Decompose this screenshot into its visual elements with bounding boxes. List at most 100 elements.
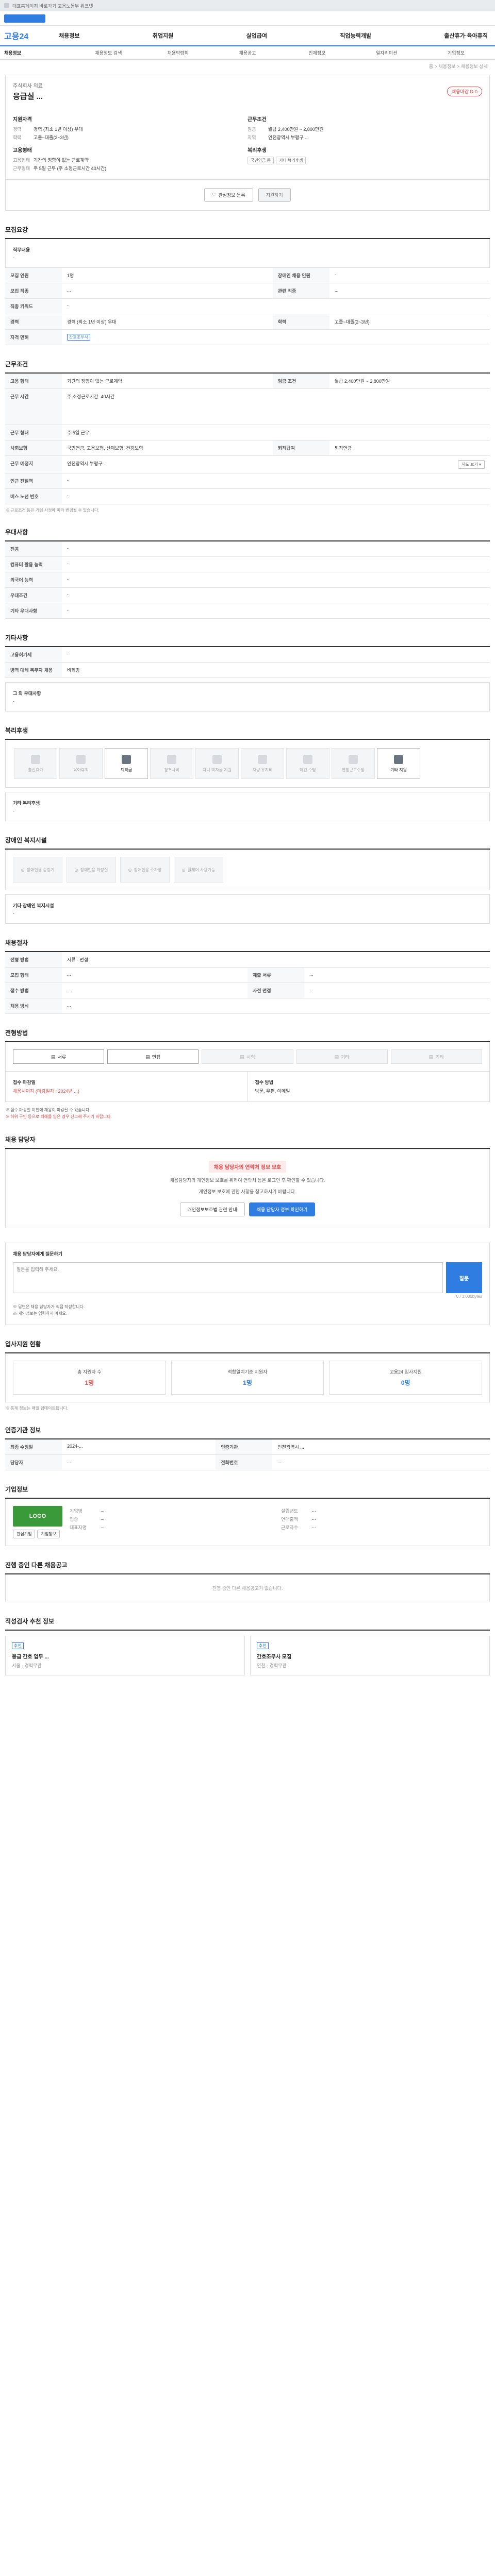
subnav-item[interactable]: 채용공고 bbox=[213, 49, 283, 56]
global-nav: 고용24 채용정보 취업지원 실업급여 직업능력개발 출산휴가·육아휴직 bbox=[0, 26, 495, 46]
table-value: ... bbox=[272, 1454, 490, 1470]
table-key: 병역 대체 복무자 채용 bbox=[5, 662, 62, 678]
table-row: 컴퓨터 활용 능력 - bbox=[5, 556, 490, 572]
table-row: 직종 키워드 - bbox=[5, 298, 490, 314]
welfare-item: 기타 지원 bbox=[377, 748, 420, 779]
browser-topbar: 대표홈페이지 바로가기 고용노동부 워크넷 bbox=[0, 0, 495, 11]
table-key: 컴퓨터 활용 능력 bbox=[5, 556, 62, 572]
etc-icon: ▤ bbox=[428, 1054, 434, 1059]
section-title: 복리후생 bbox=[5, 726, 490, 740]
menu-item[interactable]: 직업능력개발 bbox=[337, 31, 374, 40]
table-row: 접수 방법... 사전 면접... bbox=[5, 982, 490, 998]
top-notice[interactable]: 대표홈페이지 바로가기 고용노동부 워크넷 bbox=[12, 3, 93, 9]
stat-value: 1명 bbox=[85, 1379, 94, 1386]
recommend-title: 간호조무사 모집 bbox=[257, 1654, 292, 1660]
privacy-info-button[interactable]: 개인정보보호법 관련 안내 bbox=[179, 1202, 245, 1217]
company-info-button[interactable]: 기업정보 bbox=[37, 1529, 60, 1538]
question-submit-button[interactable]: 질문 bbox=[446, 1262, 482, 1294]
disability-item: ◎ 장애인용 주차장 bbox=[120, 857, 170, 883]
table-row: 전형 방법 서류 - 면접 bbox=[5, 952, 490, 968]
table-value: - bbox=[62, 488, 490, 504]
field-value: - bbox=[13, 808, 14, 814]
table-row: 고용 형태 기간의 정함이 없는 근로계약 임금 조건 월급 2,400만원 ~ 2,… bbox=[5, 374, 490, 389]
table-key: 모집 인원 bbox=[5, 268, 62, 283]
welfare-section: 복리후생 출산휴가 육아휴직 퇴직금 경조사비 자녀 학자금 지원 차량 유지비… bbox=[5, 726, 490, 821]
field-value: - bbox=[13, 911, 14, 916]
parking-icon: ◎ bbox=[128, 867, 132, 872]
table-value: 기간의 정함이 없는 근로계약 bbox=[62, 374, 273, 389]
menu-item[interactable]: 취업지원 bbox=[150, 31, 176, 40]
search-bar bbox=[0, 11, 495, 26]
agency-table: 최종 수정일 2024-... 인증기관 인천광역시 ... 담당자... 전화번호..… bbox=[5, 1439, 490, 1470]
table-row: 인근 전철역 - bbox=[5, 473, 490, 489]
exam-icon: ▤ bbox=[240, 1054, 244, 1059]
etc-table: 고용허가제 - 병역 대체 복무자 채용 비희망 bbox=[5, 647, 490, 678]
favorite-button[interactable]: ♡ 관심정보 등록 bbox=[204, 188, 253, 202]
summary-key: 임금 bbox=[248, 127, 256, 132]
tab-apply-method[interactable]: ▤ 기타 bbox=[296, 1049, 388, 1064]
menu-item[interactable]: 출산휴가·육아휴직 bbox=[441, 31, 491, 40]
table-value: 주 5일 근무 bbox=[62, 425, 490, 440]
apply-button[interactable]: 지원하기 bbox=[258, 188, 291, 202]
show-contact-button[interactable]: 채용 담당자 정보 확인하기 bbox=[249, 1202, 316, 1217]
table-key: 우대조건 bbox=[5, 587, 62, 603]
site-logo[interactable]: 고용24 bbox=[4, 29, 56, 42]
company-value: ... bbox=[101, 1523, 105, 1529]
subnav-item[interactable]: 채용정보 bbox=[4, 49, 74, 56]
welfare-item: 야간 수당 bbox=[286, 748, 329, 779]
table-value: ... bbox=[304, 967, 490, 983]
subnav-item[interactable]: 일자리미션 bbox=[352, 49, 421, 56]
table-key: 버스 노선 번호 bbox=[5, 488, 62, 504]
subnav-item[interactable]: 채용박람회 bbox=[143, 49, 213, 56]
company-key: 설립년도 bbox=[281, 1508, 299, 1514]
contact-text: 개인정보 보호에 관한 사항을 참고하시기 바랍니다. bbox=[199, 1189, 296, 1194]
elevator-icon: ◎ bbox=[21, 867, 25, 872]
subnav-item[interactable]: 기업정보 bbox=[421, 49, 491, 56]
breadcrumb: 홈 > 채용정보 > 채용정보 상세 bbox=[428, 64, 488, 69]
tab-label: 기타 bbox=[435, 1054, 444, 1060]
contact-box: 채용 담당자의 연락처 정보 보호 채용담당자의 개인정보 보호를 위하여 연락… bbox=[5, 1148, 490, 1229]
summary-key: 학력 bbox=[13, 135, 22, 140]
summary-heading: 근무조건 bbox=[248, 117, 267, 123]
table-row: 모집 직종... 관련 직종... bbox=[5, 283, 490, 299]
tab-apply-method[interactable]: ▤ 기타 bbox=[390, 1049, 483, 1064]
disability-label: 장애인용 화장실 bbox=[80, 867, 108, 872]
welfare-label: 육아휴직 bbox=[73, 767, 89, 772]
fav-company-button[interactable]: 관심기업 bbox=[13, 1529, 36, 1538]
stat-card: 총 지원자 수 1명 bbox=[13, 1360, 166, 1395]
company-value: ... bbox=[101, 1507, 105, 1513]
page-title: 응급실 ... bbox=[13, 92, 43, 101]
welfare-item: 출산휴가 bbox=[14, 748, 57, 779]
apply-details: 접수 마감일 채용시까지 (마감일자 : 2024년 ...) 접수 방법 방문, … bbox=[5, 1072, 490, 1102]
menu-item[interactable]: 실업급여 bbox=[243, 31, 270, 40]
table-row: 근무 형태 주 5일 근무 bbox=[5, 425, 490, 440]
field-value: - bbox=[13, 255, 14, 260]
note-line: ※ 허위 구인 등으로 피해를 입은 경우 신고해 주시기 바랍니다. bbox=[5, 1114, 112, 1119]
table-value: - bbox=[62, 473, 490, 489]
welfare-label: 기타 지원 bbox=[390, 767, 407, 772]
question-input[interactable] bbox=[13, 1262, 443, 1294]
stats-note: ※ 통계 정보는 매일 업데이트됩니다. bbox=[5, 1405, 69, 1411]
favorite-label: 관심정보 등록 bbox=[218, 193, 245, 198]
subnav-item[interactable]: 인재정보 bbox=[282, 49, 352, 56]
field-label: 직무내용 bbox=[13, 247, 30, 252]
tab-apply-method[interactable]: ▤ 시험 bbox=[202, 1049, 293, 1064]
tab-apply-method[interactable]: ▤ 서류 bbox=[13, 1049, 105, 1064]
welfare-icon bbox=[167, 754, 176, 764]
stat-label: 총 지원자 수 bbox=[77, 1369, 102, 1375]
table-value: - bbox=[62, 556, 490, 572]
process-table: 전형 방법 서류 - 면접 모집 형태... 제출 서류... 접수 방법... 사전… bbox=[5, 952, 490, 1014]
table-row: 채용 방식... bbox=[5, 998, 490, 1014]
company-name[interactable]: 주식회사 의료 bbox=[13, 81, 43, 89]
search-input[interactable] bbox=[4, 14, 45, 23]
company-key: 업종 bbox=[70, 1516, 78, 1522]
map-button[interactable]: 지도 보기 ▾ bbox=[458, 460, 485, 469]
recommend-card[interactable]: 추천 응급 간호 업무 ... 서울 · 경력무관 bbox=[5, 1635, 245, 1675]
tab-apply-method[interactable]: ▤ 면접 bbox=[107, 1049, 199, 1064]
agency-section: 인증기관 정보 최종 수정일 2024-... 인증기관 인천광역시 ... 담당자.… bbox=[5, 1426, 490, 1470]
field-label: 기타 복리후생 bbox=[13, 801, 40, 806]
menu-item[interactable]: 채용정보 bbox=[56, 31, 82, 40]
subnav-item[interactable]: 채용정보 검색 bbox=[74, 49, 143, 56]
recommend-card[interactable]: 추천 간호조무사 모집 인천 · 경력무관 bbox=[250, 1635, 490, 1675]
section-title: 채용 담당자 bbox=[5, 1135, 490, 1149]
